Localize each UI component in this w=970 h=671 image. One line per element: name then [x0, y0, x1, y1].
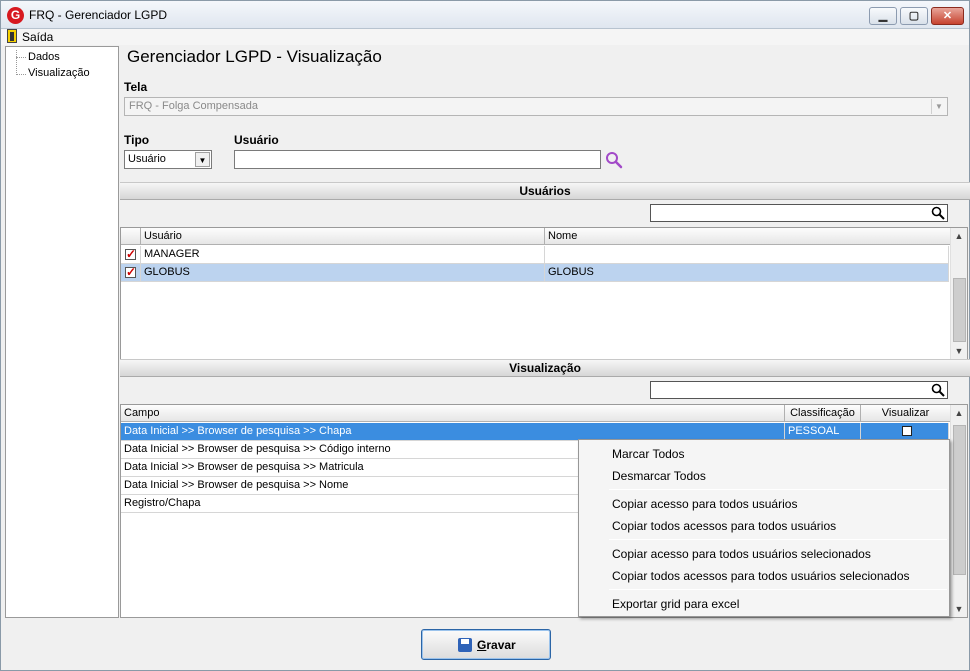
window-title: FRQ - Gerenciador LGPD [29, 8, 168, 22]
title-bar: G FRQ - Gerenciador LGPD ▁ ▢ ✕ [1, 1, 969, 29]
save-button-label: Gravar [477, 638, 516, 652]
cell-usuario: MANAGER [141, 246, 545, 264]
usuario-input[interactable] [234, 150, 601, 169]
floppy-disk-icon [458, 638, 472, 652]
app-logo-icon: G [7, 7, 24, 24]
visualizar-checkbox[interactable] [902, 426, 912, 436]
usuarios-section-header: Usuários [120, 182, 970, 200]
tipo-label: Tipo [124, 133, 150, 147]
tela-label: Tela [124, 80, 148, 94]
column-header-usuario[interactable]: Usuário [141, 228, 545, 245]
usuarios-grid-header: Usuário Nome [121, 228, 951, 245]
tela-select-value: FRQ - Folga Compensada [129, 100, 258, 112]
tree-connector [16, 57, 26, 58]
scroll-thumb[interactable] [953, 425, 966, 575]
maximize-button[interactable]: ▢ [900, 7, 928, 25]
scroll-down-icon[interactable]: ▼ [951, 602, 967, 616]
save-button[interactable]: Gravar [421, 629, 551, 660]
tree-connector [16, 50, 17, 75]
column-header-nome[interactable]: Nome [545, 228, 951, 245]
row-checkbox-cell[interactable] [121, 246, 141, 264]
chevron-down-icon[interactable]: ▼ [195, 152, 210, 167]
checkbox-column-header [121, 228, 141, 245]
scroll-up-icon[interactable]: ▲ [951, 229, 967, 243]
navigation-tree: Dados Visualização [5, 46, 119, 618]
cell-usuario: GLOBUS [141, 264, 545, 282]
checked-checkbox[interactable] [125, 264, 136, 281]
tree-item-dados[interactable]: Dados [28, 51, 60, 63]
usuarios-search-input[interactable] [650, 204, 948, 222]
menu-item-copiar-acesso-todos[interactable]: Copiar acesso para todos usuários [612, 497, 797, 511]
menu-exit[interactable]: Saída [22, 30, 53, 44]
save-mnemonic: G [477, 638, 487, 652]
minimize-button[interactable]: ▁ [869, 7, 897, 25]
maximize-icon: ▢ [908, 10, 920, 22]
menu-separator [609, 589, 947, 590]
usuarios-grid: Usuário Nome MANAGER GLOBUS GLOBUS ▲ ▼ [120, 227, 968, 360]
cell-nome: GLOBUS [545, 264, 949, 282]
tipo-select[interactable]: Usuário ▼ [124, 150, 212, 169]
chevron-down-icon[interactable]: ▼ [931, 99, 946, 114]
table-row[interactable]: MANAGER [121, 246, 949, 264]
menu-item-exportar-excel[interactable]: Exportar grid para excel [612, 597, 739, 611]
column-header-classificacao[interactable]: Classificação [785, 405, 861, 422]
search-icon[interactable] [605, 151, 623, 169]
close-button[interactable]: ✕ [931, 7, 964, 25]
column-header-visualizar[interactable]: Visualizar [861, 405, 951, 422]
column-header-campo[interactable]: Campo [121, 405, 785, 422]
tree-item-visualizacao[interactable]: Visualização [28, 67, 90, 79]
visualizacao-scrollbar[interactable]: ▲ ▼ [950, 405, 967, 617]
search-icon[interactable] [931, 206, 945, 220]
search-icon[interactable] [931, 383, 945, 397]
tela-select[interactable]: FRQ - Folga Compensada ▼ [124, 97, 948, 116]
exit-door-icon[interactable] [7, 29, 17, 43]
menu-separator [609, 489, 947, 490]
checked-checkbox[interactable] [125, 246, 136, 263]
menu-item-desmarcar-todos[interactable]: Desmarcar Todos [612, 469, 706, 483]
menu-item-copiar-acesso-selecionados[interactable]: Copiar acesso para todos usuários seleci… [612, 547, 871, 561]
menu-bar: Saída [1, 29, 969, 45]
row-checkbox-cell[interactable] [121, 264, 141, 282]
scroll-down-icon[interactable]: ▼ [951, 344, 967, 358]
cell-nome [545, 246, 949, 264]
minimize-icon: ▁ [878, 10, 888, 22]
tree-connector [16, 74, 26, 75]
close-icon: ✕ [942, 10, 953, 22]
usuario-label: Usuário [234, 133, 279, 147]
menu-item-marcar-todos[interactable]: Marcar Todos [612, 447, 684, 461]
scroll-thumb[interactable] [953, 278, 966, 342]
usuarios-scrollbar[interactable]: ▲ ▼ [950, 228, 967, 359]
menu-item-copiar-todos-acessos-todos[interactable]: Copiar todos acessos para todos usuários [612, 519, 836, 533]
visualizacao-grid-header: Campo Classificação Visualizar [121, 405, 951, 422]
context-menu: Marcar Todos Desmarcar Todos Copiar aces… [578, 439, 950, 617]
table-row[interactable]: GLOBUS GLOBUS [121, 264, 949, 282]
page-title: Gerenciador LGPD - Visualização [127, 47, 382, 66]
menu-separator [609, 539, 947, 540]
main-window: G FRQ - Gerenciador LGPD ▁ ▢ ✕ Saída Dad… [0, 0, 970, 671]
menu-item-copiar-todos-acessos-selecionados[interactable]: Copiar todos acessos para todos usuários… [612, 569, 910, 583]
scroll-up-icon[interactable]: ▲ [951, 406, 967, 420]
tipo-select-value: Usuário [128, 153, 166, 165]
save-label-rest: ravar [486, 638, 516, 652]
visualizacao-search-input[interactable] [650, 381, 948, 399]
visualizacao-section-header: Visualização [120, 359, 970, 377]
